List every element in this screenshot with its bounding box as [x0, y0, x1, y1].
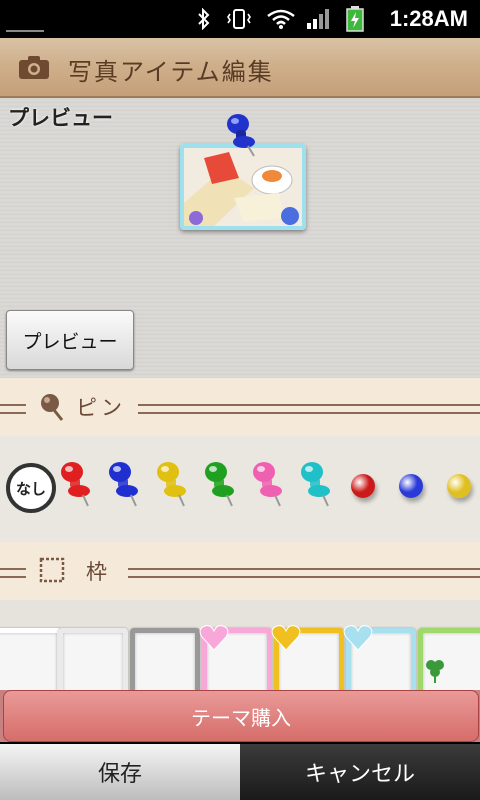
heart-icon — [199, 625, 229, 651]
wifi-icon — [266, 8, 296, 30]
header-rule — [0, 568, 26, 578]
title-bar: 写真アイテム編集 — [0, 38, 480, 98]
cyan-pin-icon — [301, 462, 330, 507]
frame-selector-row — [0, 600, 480, 692]
ball-pin-option-blue[interactable] — [399, 474, 423, 498]
frame-icon — [38, 556, 66, 588]
theme-purchase-bar: テーマ購入 — [0, 690, 480, 742]
save-button[interactable]: 保存 — [0, 744, 240, 800]
signal-icon — [306, 8, 332, 30]
blue-pin-icon — [109, 462, 138, 507]
ball-pin-option-red[interactable] — [351, 474, 375, 498]
preview-area: プレビュー プレビュー — [0, 98, 480, 378]
frame-option-blue-heart[interactable] — [343, 625, 416, 692]
pin-section-header: ピン — [0, 378, 480, 436]
pin-icon — [38, 392, 66, 426]
frame-option-pink-heart[interactable] — [199, 625, 272, 692]
yellow-pin-icon — [157, 462, 186, 507]
frame-option-white[interactable] — [0, 628, 62, 692]
frame-option-gray[interactable] — [130, 628, 200, 692]
header-rule — [0, 404, 26, 414]
pin-option-red[interactable] — [58, 460, 98, 510]
header-rule — [128, 568, 480, 578]
pin-option-blue[interactable] — [106, 460, 146, 510]
vibrate-icon — [226, 8, 252, 30]
pin-none-option[interactable]: なし — [6, 463, 56, 513]
pin-section-label: ピン — [76, 396, 126, 420]
status-bar: 1:28AM — [0, 0, 480, 38]
theme-purchase-button[interactable]: テーマ購入 — [3, 690, 479, 742]
frame-section-header: 枠 — [0, 542, 480, 600]
preview-button[interactable]: プレビュー — [6, 310, 134, 370]
clock: 1:28AM — [389, 6, 468, 31]
pin-option-green[interactable] — [202, 460, 242, 510]
heart-icon — [271, 625, 301, 651]
ball-pin-option-yellow[interactable] — [447, 474, 471, 498]
header-rule — [138, 404, 480, 414]
frame-option-green-clover[interactable] — [418, 628, 480, 692]
pin-option-pink[interactable] — [250, 460, 290, 510]
page-title: 写真アイテム編集 — [68, 58, 274, 86]
frame-option-orange-heart[interactable] — [271, 625, 344, 692]
pin-option-cyan[interactable] — [298, 460, 338, 510]
blue-pin-icon — [222, 112, 262, 162]
frame-section-label: 枠 — [86, 560, 111, 584]
pink-pin-icon — [253, 462, 282, 507]
frame-option-light-gray[interactable] — [58, 628, 128, 692]
green-pin-icon — [205, 462, 234, 507]
preview-label: プレビュー — [8, 106, 113, 130]
bottom-bar: 保存 キャンセル — [0, 744, 480, 800]
red-pin-icon — [61, 462, 90, 507]
bluetooth-icon — [196, 8, 212, 30]
cancel-button[interactable]: キャンセル — [240, 744, 480, 800]
heart-icon — [343, 625, 373, 651]
pin-selector-row: なし — [0, 436, 480, 542]
camera-icon — [18, 54, 50, 80]
pin-option-yellow[interactable] — [154, 460, 194, 510]
battery-charging-icon — [344, 6, 366, 32]
notification-indicator — [6, 4, 44, 32]
clover-icon — [426, 660, 444, 683]
